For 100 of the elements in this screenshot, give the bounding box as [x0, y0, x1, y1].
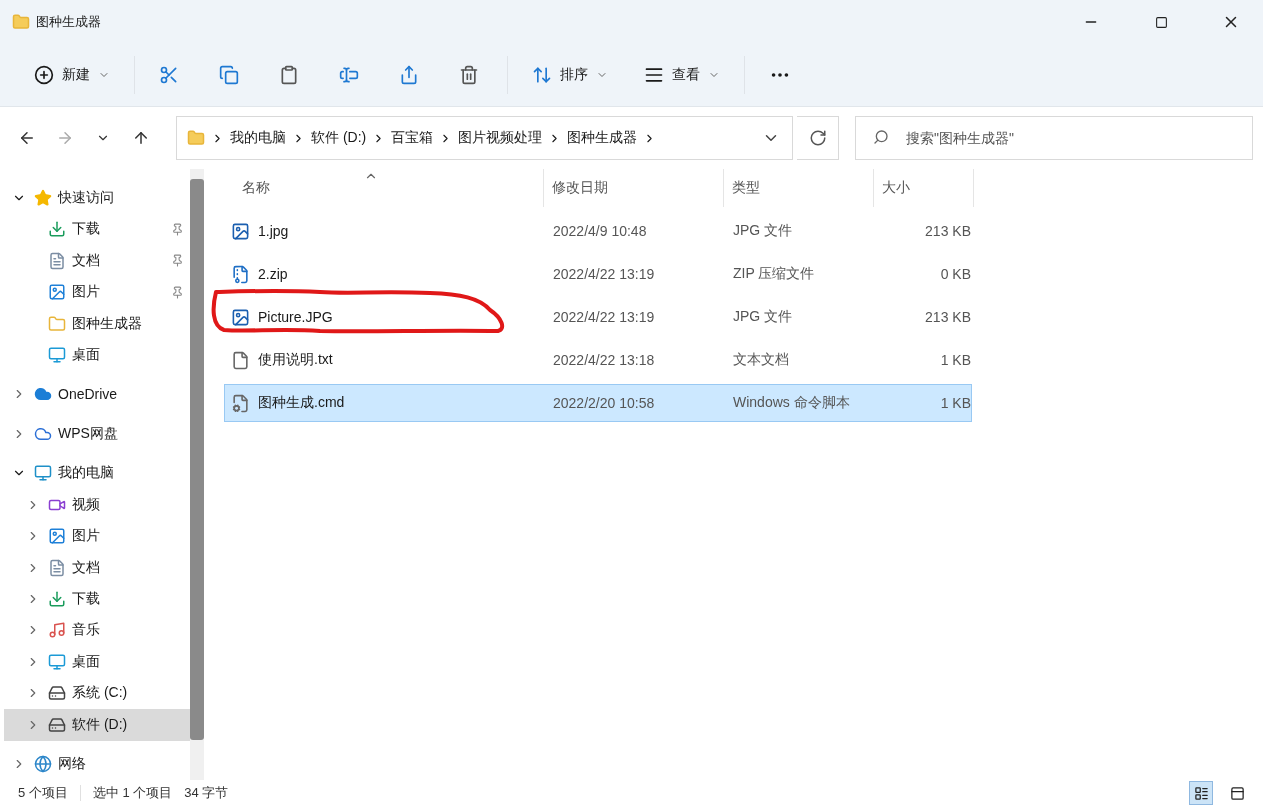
folder-icon	[187, 129, 205, 147]
script-file-icon	[231, 393, 250, 413]
nav-label: 桌面	[72, 346, 101, 365]
size-cell-text: 213 KB	[924, 309, 972, 325]
nav-item[interactable]: 图片	[4, 520, 190, 552]
type-cell-text: 文本文档	[732, 351, 790, 369]
drive-icon	[48, 715, 66, 734]
size-cell-text: 1 KB	[939, 395, 972, 411]
nav-label: 快速访问	[58, 188, 115, 207]
sort-icon[interactable]	[532, 65, 552, 85]
nav-label: 下载	[72, 590, 101, 608]
selection-size: 34 字节	[184, 784, 229, 802]
breadcrumb[interactable]: 软件 (D:)	[311, 129, 367, 147]
refresh-button[interactable]	[797, 116, 839, 160]
text-file-icon	[231, 350, 250, 370]
nav-item[interactable]: 音乐	[4, 614, 190, 647]
lines-icon[interactable]	[644, 65, 664, 85]
scrollbar[interactable]	[190, 169, 204, 780]
nav-item[interactable]: 软件 (D:)	[4, 709, 190, 741]
nav-label: 我的电脑	[58, 464, 115, 483]
view-button[interactable]: 查看	[634, 55, 730, 95]
breadcrumb[interactable]: 图种生成器	[567, 129, 638, 147]
nav-item[interactable]: 图片	[4, 276, 190, 308]
copy-icon[interactable]	[219, 65, 239, 85]
nav-item[interactable]: 我的电脑	[4, 457, 190, 489]
file-name: 1.jpg	[258, 223, 289, 239]
network-icon	[34, 755, 52, 774]
image-file-icon	[231, 221, 250, 241]
size-cell-text: 1 KB	[939, 352, 972, 368]
nav-label: 图片	[72, 283, 101, 302]
nav-label: 下载	[72, 220, 101, 239]
desktop-icon	[48, 652, 66, 671]
size-cell-text: 0 KB	[939, 266, 972, 282]
nav-label: 文档	[72, 558, 101, 577]
date-cell-text: 2022/4/22 13:18	[552, 352, 656, 368]
nav-item[interactable]: WPS网盘	[4, 418, 190, 450]
breadcrumb[interactable]: 图片视频处理	[458, 129, 543, 147]
new-button[interactable]: 新建	[24, 55, 120, 95]
picture-icon	[48, 283, 66, 302]
column-header[interactable]: 大小	[874, 169, 974, 207]
scissors-icon[interactable]	[159, 65, 179, 85]
address-bar[interactable]: 我的电脑 软件 (D:) 百宝箱 图片视频处理 图种生成器	[176, 116, 793, 160]
column-header[interactable]: 修改日期	[544, 169, 724, 207]
nav-item[interactable]: 图种生成器	[4, 307, 190, 340]
file-name: 图种生成.cmd	[258, 394, 345, 412]
window-title: 图种生成器	[36, 13, 102, 31]
nav-item[interactable]: OneDrive	[4, 378, 190, 411]
nav-item[interactable]: 快速访问	[4, 182, 190, 214]
nav-item[interactable]: 下载	[4, 583, 190, 615]
clipboard-icon[interactable]	[279, 65, 299, 85]
nav-label: 网络	[58, 755, 87, 774]
file-row[interactable]: 1.jpg 2022/4/9 10:48 JPG 文件 213 KB	[224, 212, 972, 250]
nav-item[interactable]: 桌面	[4, 646, 190, 678]
rename-icon[interactable]	[339, 65, 359, 85]
nav-item[interactable]: 网络	[4, 748, 190, 780]
nav-label: WPS网盘	[58, 424, 119, 443]
type-cell-text: JPG 文件	[732, 222, 794, 240]
date-cell-text: 2022/4/22 13:19	[552, 309, 656, 325]
plus-icon[interactable]	[34, 65, 54, 85]
nav-item[interactable]: 下载	[4, 213, 190, 245]
file-row[interactable]: 2.zip 2022/4/22 13:19 ZIP 压缩文件 0 KB	[224, 255, 972, 293]
desktop-icon	[48, 346, 66, 365]
size-cell-text: 213 KB	[924, 223, 972, 239]
column-header[interactable]: 名称	[224, 169, 544, 207]
sort-button[interactable]: 排序	[522, 55, 618, 95]
type-cell-text: JPG 文件	[732, 308, 794, 326]
type-cell-text: Windows 命令脚本	[732, 394, 851, 412]
maximize-icon[interactable]	[1154, 15, 1168, 29]
nav-label: 音乐	[72, 621, 101, 640]
refresh-icon[interactable]	[808, 129, 827, 147]
column-header[interactable]: 类型	[724, 169, 874, 207]
nav-label: 系统 (C:)	[72, 684, 129, 703]
date-cell-text: 2022/4/9 10:48	[552, 223, 648, 239]
date-cell-text: 2022/2/20 10:58	[552, 395, 656, 411]
nav-item[interactable]: 系统 (C:)	[4, 677, 190, 710]
date-cell-text: 2022/4/22 13:19	[552, 266, 656, 282]
breadcrumb[interactable]: 百宝箱	[391, 129, 434, 147]
search-field[interactable]: 搜索"图种生成器"	[855, 116, 1253, 160]
nav-item[interactable]: 视频	[4, 488, 190, 521]
drive-icon	[48, 684, 66, 703]
music-icon	[48, 621, 66, 640]
download-icon	[48, 220, 66, 239]
breadcrumb[interactable]: 我的电脑	[230, 129, 286, 147]
file-row[interactable]: 使用说明.txt 2022/4/22 13:18 文本文档 1 KB	[224, 341, 972, 379]
nav-item[interactable]: 桌面	[4, 339, 190, 371]
folder-icon	[48, 314, 66, 333]
file-name: Picture.JPG	[258, 309, 333, 325]
trash-icon[interactable]	[459, 65, 479, 85]
file-row[interactable]: Picture.JPG 2022/4/22 13:19 JPG 文件 213 KB	[224, 298, 972, 336]
selection-count: 选中 1 个项目	[92, 784, 173, 802]
nav-item[interactable]: 文档	[4, 244, 190, 277]
zip-file-icon	[231, 264, 250, 284]
share-icon[interactable]	[399, 65, 419, 85]
nav-item[interactable]: 文档	[4, 551, 190, 584]
file-row[interactable]: 图种生成.cmd 2022/2/20 10:58 Windows 命令脚本 1 KB	[224, 384, 972, 422]
download-icon	[48, 590, 66, 608]
document-icon	[48, 251, 66, 270]
item-count: 5 个项目	[18, 784, 68, 802]
nav-label: 桌面	[72, 652, 101, 671]
nav-label: 视频	[72, 495, 101, 514]
